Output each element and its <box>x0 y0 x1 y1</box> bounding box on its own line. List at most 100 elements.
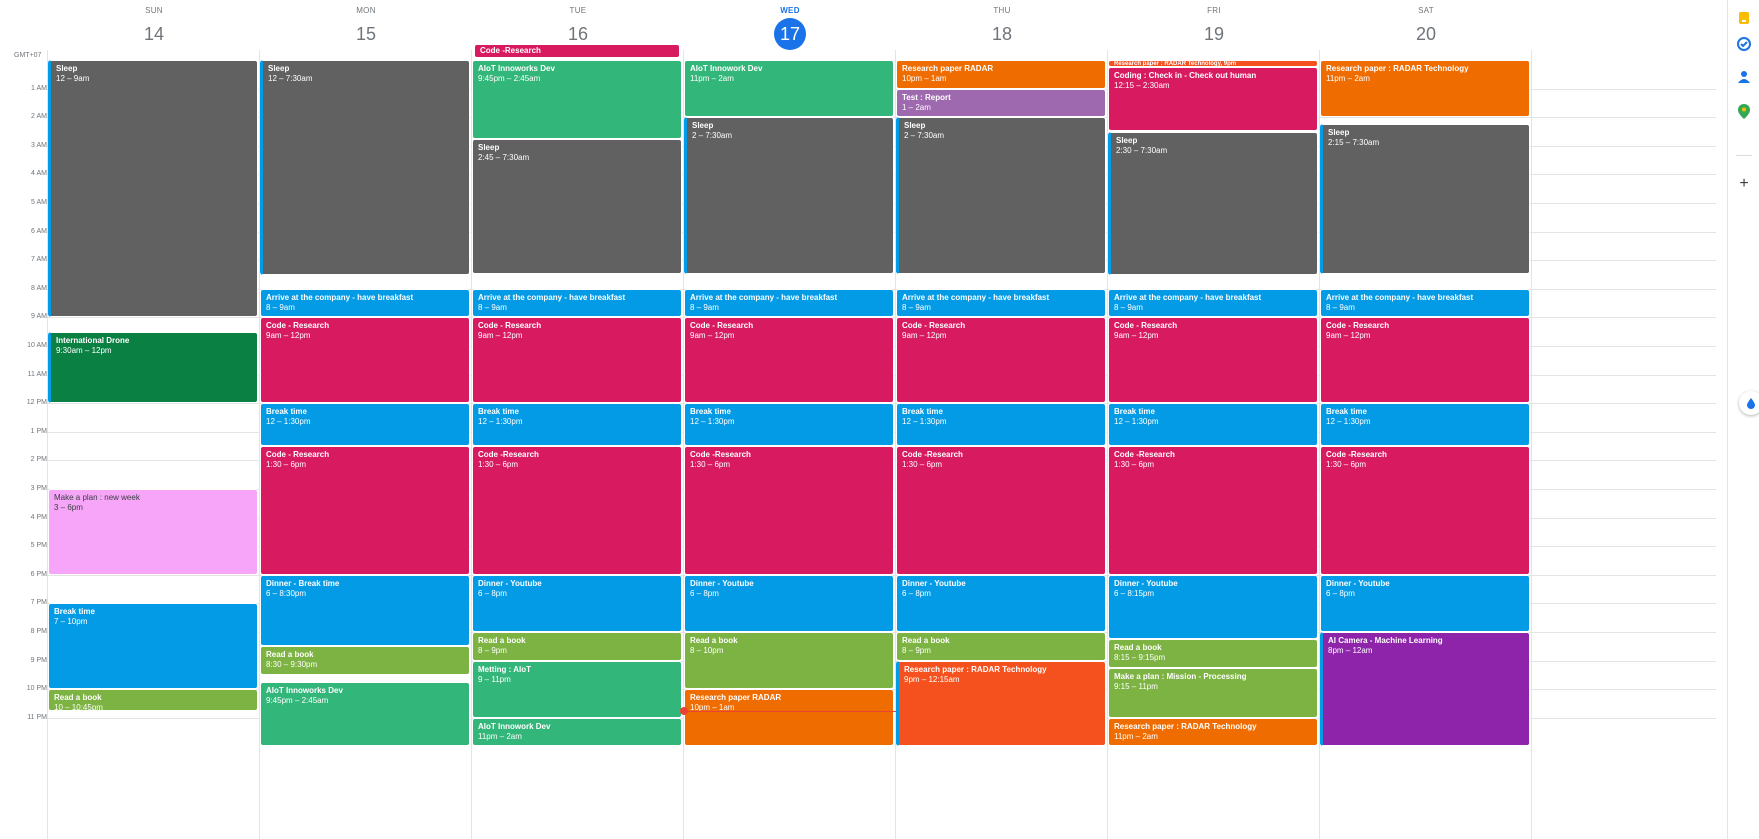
event-title: Code -Research <box>1326 450 1387 460</box>
day-number[interactable]: 18 <box>986 18 1018 50</box>
calendar-event[interactable]: Sleep 2:15 – 7:30am <box>1320 124 1530 275</box>
calendar-event[interactable]: AIoT Innoworks Dev 9:45pm – 2:45am <box>260 682 470 747</box>
calendar-event[interactable]: Arrive at the company - have breakfast 8 … <box>684 288 894 318</box>
day-number[interactable]: 19 <box>1198 18 1230 50</box>
calendar-event[interactable]: Code -Research 1:30 – 6pm <box>1320 446 1530 575</box>
calendar-event[interactable]: Code - Research 9am – 12pm <box>896 317 1106 404</box>
calendar-event[interactable]: Research paper : RADAR Technology 9pm – 1… <box>896 660 1106 747</box>
calendar-event[interactable]: Break time 12 – 1:30pm <box>260 403 470 447</box>
day-header-wed[interactable]: WED 17 <box>671 0 909 50</box>
event-title: Research paper : RADAR Technology <box>904 664 1047 674</box>
calendar-event[interactable]: Research paper RADAR 10pm – 1am <box>684 689 894 747</box>
calendar-event[interactable]: Read a book 8 – 10pm <box>684 632 894 690</box>
calendar-event[interactable]: Break time 7 – 10pm <box>48 603 258 690</box>
all-day-event[interactable]: Code -Research <box>474 44 680 58</box>
day-number[interactable]: 17 <box>774 18 806 50</box>
assistant-icon[interactable] <box>1739 391 1759 415</box>
calendar-event[interactable]: Sleep 12 – 7:30am <box>260 60 470 275</box>
calendar-event[interactable]: Metting : AIoT 9 – 11pm <box>472 660 682 718</box>
hour-label: 1 PM <box>30 427 47 435</box>
calendar-event[interactable]: International Drone 9:30am – 12pm <box>48 331 258 404</box>
day-number[interactable]: 20 <box>1410 18 1442 50</box>
contacts-icon[interactable] <box>1728 67 1759 87</box>
calendar-event[interactable]: Research paper : RADAR Technology 11pm – … <box>1320 60 1530 118</box>
calendar-event[interactable]: AIoT Innoworks Dev 9:45pm – 2:45am <box>472 60 682 139</box>
calendar-event[interactable]: Research paper RADAR 10pm – 1am <box>896 60 1106 89</box>
event-time: 6 – 8pm <box>902 588 931 598</box>
calendar-event[interactable]: Code -Research 1:30 – 6pm <box>472 446 682 575</box>
day-header-sat[interactable]: SAT 20 <box>1307 0 1545 50</box>
calendar-event[interactable]: Read a book 8 – 9pm <box>472 632 682 661</box>
event-title: Arrive at the company - have breakfast <box>478 292 626 302</box>
calendar-event[interactable]: Dinner - Youtube 6 – 8pm <box>896 574 1106 632</box>
calendar-event[interactable]: Code - Research 9am – 12pm <box>684 317 894 404</box>
calendar-event[interactable]: Dinner - Youtube 6 – 8pm <box>1320 574 1530 632</box>
calendar-event[interactable]: AIoT Innowork Dev 11pm – 2am <box>472 717 682 747</box>
event-title: Research paper RADAR <box>902 64 994 73</box>
calendar-event[interactable]: Dinner - Youtube 6 – 8pm <box>684 574 894 632</box>
calendar-event[interactable]: Code -Research 1:30 – 6pm <box>896 446 1106 575</box>
day-header-sun[interactable]: SUN 14 <box>35 0 273 50</box>
calendar-event[interactable]: Sleep 2 – 7:30am <box>896 117 1106 275</box>
calendar-event[interactable]: Break time 12 – 1:30pm <box>684 403 894 447</box>
event-time: 9:15 – 11pm <box>1114 681 1158 691</box>
event-time: 9:45pm – 2:45am <box>266 696 329 706</box>
event-title: Read a book <box>1114 643 1162 653</box>
day-header-mon[interactable]: MON 15 <box>247 0 485 50</box>
calendar-event[interactable]: Test : Report 1 – 2am <box>896 88 1106 118</box>
hour-label: 10 PM <box>26 685 47 693</box>
calendar-event[interactable]: Read a book 8:30 – 9:30pm <box>260 646 470 675</box>
event-title: Sleep <box>56 64 78 73</box>
calendar-event[interactable]: Arrive at the company - have breakfast 8 … <box>896 288 1106 318</box>
calendar-event[interactable]: Code - Research 9am – 12pm <box>472 317 682 404</box>
calendar-event[interactable]: Arrive at the company - have breakfast 8 … <box>1108 288 1318 318</box>
calendar-event[interactable]: Sleep 2:30 – 7:30am <box>1108 131 1318 275</box>
calendar-event[interactable]: Make a plan : Mission - Processing 9:15 –… <box>1108 667 1318 718</box>
calendar-event[interactable]: Break time 12 – 1:30pm <box>1320 403 1530 447</box>
calendar-event[interactable]: Arrive at the company - have breakfast 8 … <box>472 288 682 318</box>
day-number[interactable]: 14 <box>138 18 170 50</box>
calendar-event[interactable]: Dinner - Youtube 6 – 8pm <box>472 574 682 632</box>
day-header-tue[interactable]: TUE 16 <box>459 0 697 50</box>
calendar-event[interactable]: Code - Research 1:30 – 6pm <box>260 446 470 575</box>
calendar-event[interactable]: Research paper : RADAR Technology, 9pm <box>1108 60 1318 68</box>
calendar-event[interactable]: Code -Research 1:30 – 6pm <box>684 446 894 575</box>
calendar-event[interactable]: Code - Research 9am – 12pm <box>1108 317 1318 404</box>
event-time: 12 – 1:30pm <box>690 417 735 427</box>
event-title: Arrive at the company - have breakfast <box>902 292 1050 302</box>
calendar-event[interactable]: Code -Research 1:30 – 6pm <box>1108 446 1318 575</box>
calendar-event[interactable]: Make a plan : new week 3 – 6pm <box>48 489 258 575</box>
calendar-event[interactable]: Code - Research 9am – 12pm <box>1320 317 1530 404</box>
event-time: 6 – 8pm <box>478 588 507 598</box>
calendar-event[interactable]: Break time 12 – 1:30pm <box>472 403 682 447</box>
calendar-event[interactable]: Dinner - Youtube 6 – 8:15pm <box>1108 574 1318 640</box>
event-title: Arrive at the company - have breakfast <box>1114 292 1262 302</box>
calendar-event[interactable]: Sleep 2:45 – 7:30am <box>472 138 682 275</box>
keep-icon[interactable] <box>1728 8 1759 28</box>
calendar-event[interactable]: Dinner - Break time 6 – 8:30pm <box>260 574 470 647</box>
day-header-thu[interactable]: THU 18 <box>883 0 1121 50</box>
calendar-event[interactable]: AI Camera - Machine Learning 8pm – 12am <box>1320 632 1530 747</box>
hour-label: 3 AM <box>31 141 47 149</box>
day-number[interactable]: 15 <box>350 18 382 50</box>
sidebar-divider <box>1736 155 1752 156</box>
tasks-icon[interactable] <box>1728 34 1759 54</box>
calendar-event[interactable]: Break time 12 – 1:30pm <box>896 403 1106 447</box>
calendar-event[interactable]: Research paper : RADAR Technology 11pm – … <box>1108 717 1318 747</box>
calendar-event[interactable]: Break time 12 – 1:30pm <box>1108 403 1318 447</box>
calendar-event[interactable]: Read a book 10 – 10:45pm <box>48 689 258 711</box>
calendar-event[interactable]: Read a book 8 – 9pm <box>896 632 1106 661</box>
calendar-event[interactable]: Arrive at the company - have breakfast 8 … <box>260 288 470 318</box>
calendar-event[interactable]: AIoT Innowork Dev 11pm – 2am <box>684 60 894 118</box>
maps-icon[interactable] <box>1728 101 1759 121</box>
calendar-event[interactable]: Sleep 12 – 9am <box>48 60 258 318</box>
calendar-event[interactable]: Sleep 2 – 7:30am <box>684 117 894 275</box>
calendar-event[interactable]: Code - Research 9am – 12pm <box>260 317 470 404</box>
event-title: Read a book <box>690 636 738 645</box>
calendar-event[interactable]: Read a book 8:15 – 9:15pm <box>1108 639 1318 668</box>
calendar-event[interactable]: Arrive at the company - have breakfast 8 … <box>1320 288 1530 318</box>
add-icon[interactable]: + <box>1728 174 1759 194</box>
calendar-event[interactable]: Coding : Check in - Check out human 12:15… <box>1108 67 1318 132</box>
event-time: 9:45pm – 2:45am <box>478 74 541 83</box>
day-header-fri[interactable]: FRI 19 <box>1095 0 1333 50</box>
